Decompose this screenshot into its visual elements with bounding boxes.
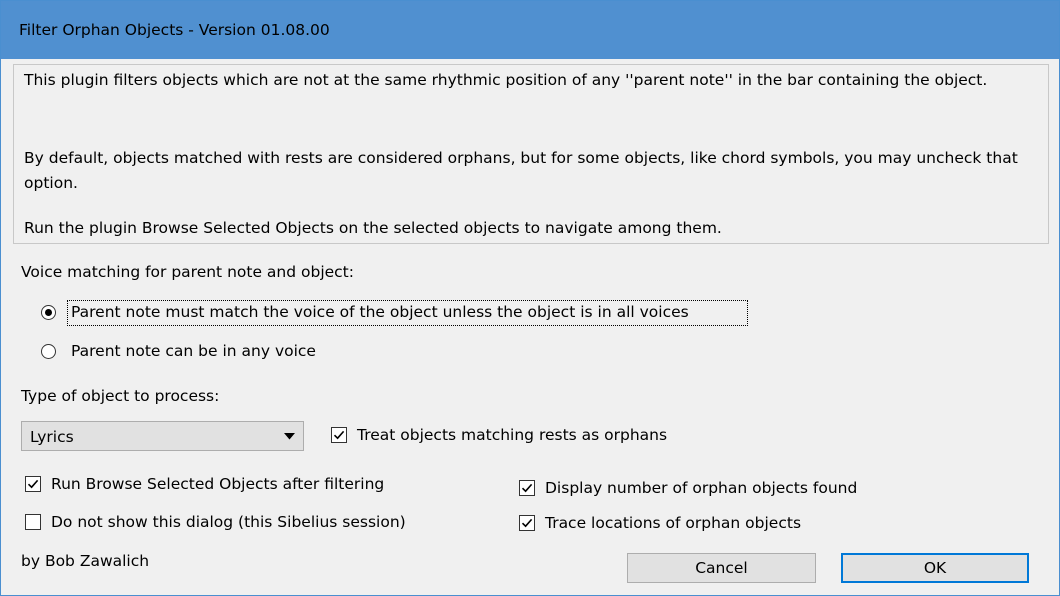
checkbox-label[interactable]: Trace locations of orphan objects [545, 514, 801, 532]
cancel-button[interactable]: Cancel [627, 553, 816, 583]
checkbox-box[interactable] [519, 515, 535, 531]
info-panel: This plugin filters objects which are no… [13, 64, 1049, 244]
dropdown-arrow-icon [284, 433, 295, 440]
radio-button-selected[interactable] [41, 305, 56, 320]
checkbox-label[interactable]: Treat objects matching rests as orphans [357, 426, 667, 444]
checkbox-box[interactable] [25, 514, 41, 530]
object-type-value: Lyrics [30, 428, 74, 446]
checkmark-icon [521, 518, 533, 528]
radio-label[interactable]: Parent note can be in any voice [71, 342, 316, 360]
window-title: Filter Orphan Objects - Version 01.08.00 [19, 21, 330, 39]
voice-matching-label: Voice matching for parent note and objec… [21, 263, 354, 281]
info-paragraph-1: This plugin filters objects which are no… [24, 71, 988, 89]
radio-label[interactable]: Parent note must match the voice of the … [71, 303, 689, 321]
title-bar[interactable]: Filter Orphan Objects - Version 01.08.00 [1, 1, 1059, 59]
info-paragraph-2: By default, objects matched with rests a… [24, 149, 1018, 192]
checkbox-box[interactable] [25, 476, 41, 492]
checkbox-label[interactable]: Display number of orphan objects found [545, 479, 857, 497]
filter-orphan-dialog: Filter Orphan Objects - Version 01.08.00… [0, 0, 1060, 596]
object-type-label: Type of object to process: [21, 387, 220, 405]
info-paragraph-3: Run the plugin Browse Selected Objects o… [24, 219, 722, 237]
checkmark-icon [333, 430, 345, 440]
checkmark-icon [521, 483, 533, 493]
author-label: by Bob Zawalich [21, 552, 150, 570]
checkbox-box[interactable] [519, 480, 535, 496]
object-type-select[interactable]: Lyrics [21, 421, 304, 451]
radio-dot [45, 309, 52, 316]
checkbox-label[interactable]: Do not show this dialog (this Sibelius s… [51, 513, 406, 531]
checkbox-label[interactable]: Run Browse Selected Objects after filter… [51, 475, 384, 493]
checkbox-box[interactable] [331, 427, 347, 443]
checkmark-icon [27, 479, 39, 489]
radio-button[interactable] [41, 344, 56, 359]
ok-button[interactable]: OK [841, 553, 1029, 583]
